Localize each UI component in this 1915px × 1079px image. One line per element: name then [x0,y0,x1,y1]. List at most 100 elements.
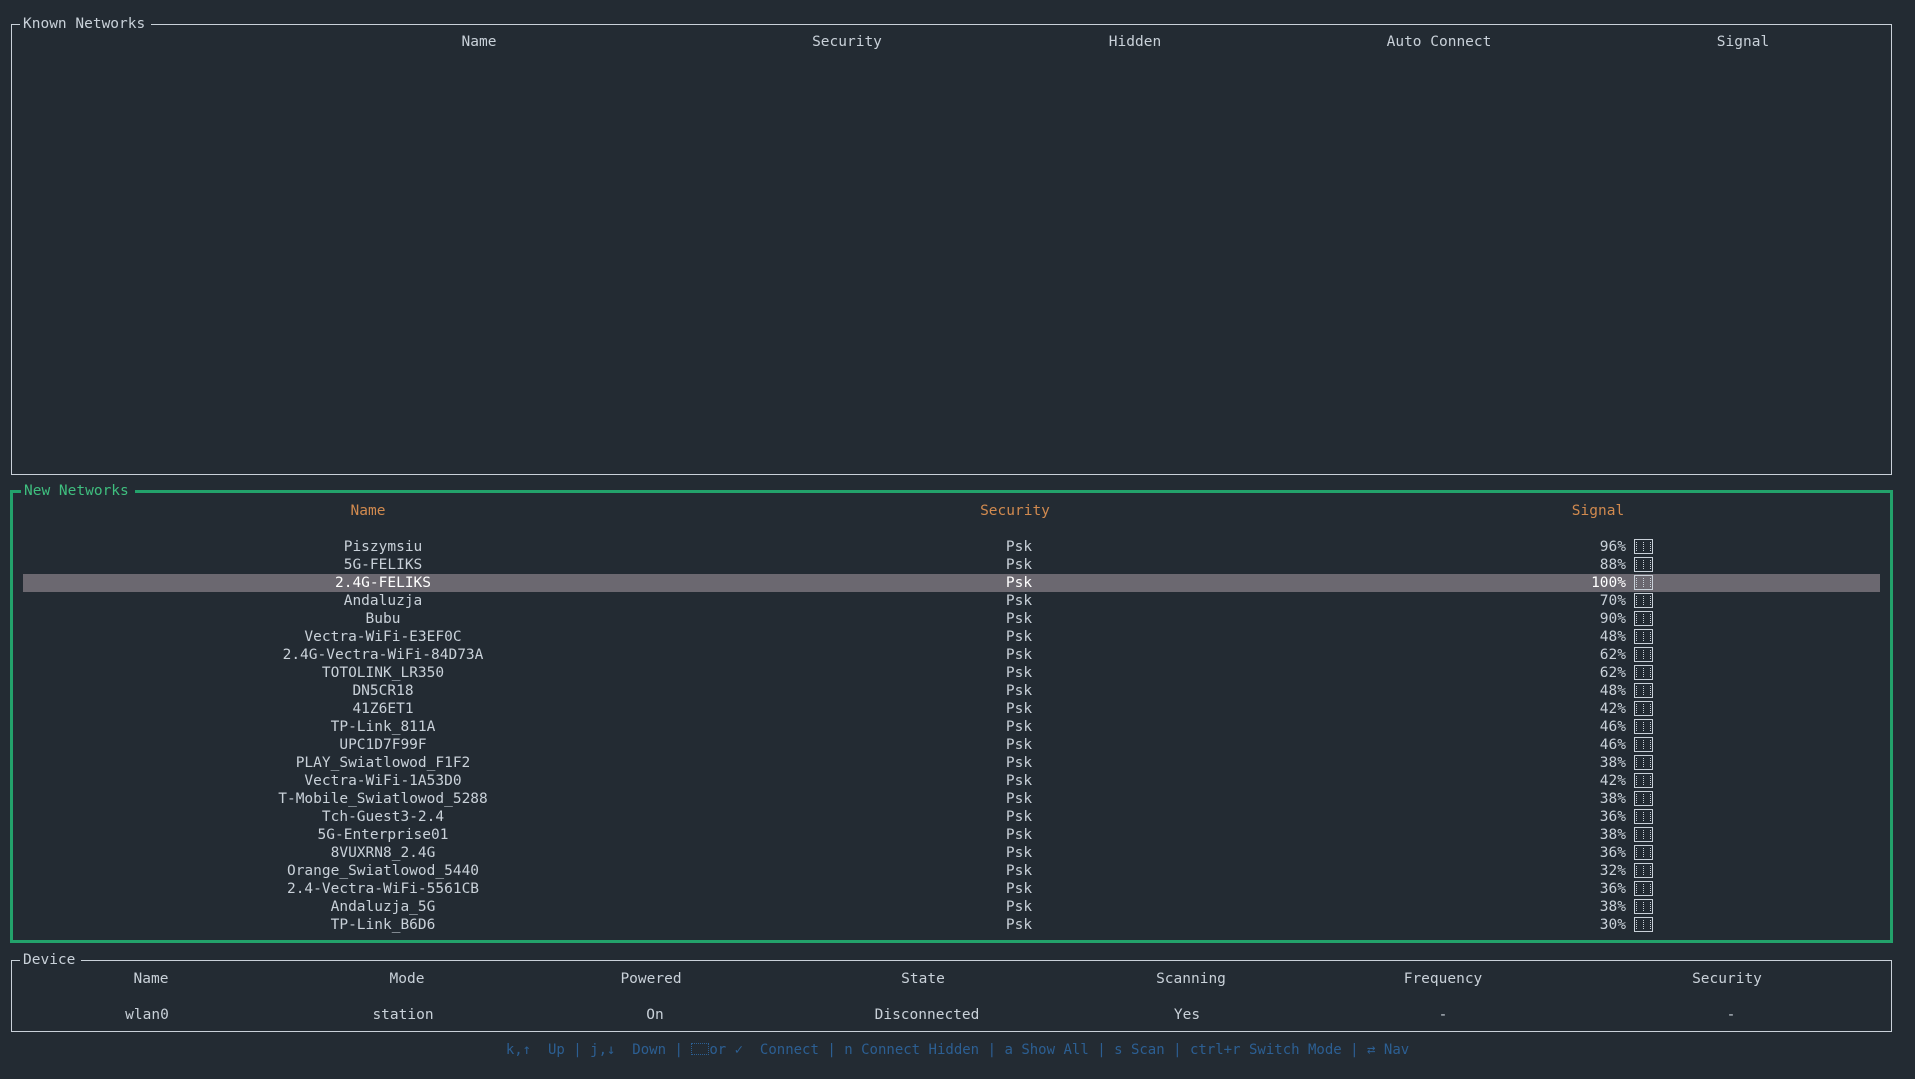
device-header: Name Mode Powered State Scanning Frequen… [12,970,1891,988]
signal-percent: 38% [1599,755,1626,771]
network-name: PLAY_Swiatlowod_F1F2 [295,755,471,771]
network-security: Psk [1005,827,1033,843]
signal-strength-icon [1634,773,1653,788]
network-security: Psk [1005,593,1033,609]
network-row[interactable]: Vectra-WiFi-E3EF0C Psk 48% [23,628,1880,646]
network-signal: 100% [1591,574,1653,592]
network-row[interactable]: 2.4-Vectra-WiFi-5561CB Psk 36% [23,880,1880,898]
keybinding-help-bar: k,↑ Up | j,↓ Down | or ✓ Connect | n Con… [505,1042,1410,1058]
network-row[interactable]: Vectra-WiFi-1A53D0 Psk 42% [23,772,1880,790]
signal-percent: 48% [1599,629,1626,645]
network-signal: 62% [1600,664,1653,682]
signal-percent: 70% [1599,593,1626,609]
network-row[interactable]: 8VUXRN8_2.4G Psk 36% [23,844,1880,862]
network-name: 8VUXRN8_2.4G [330,845,436,861]
network-row[interactable]: DN5CR18 Psk 48% [23,682,1880,700]
device-security-value: - [1726,1007,1736,1023]
signal-percent: 38% [1599,899,1626,915]
network-name: DN5CR18 [352,683,414,699]
signal-percent: 42% [1599,773,1626,789]
network-row[interactable]: Andaluzja_5G Psk 38% [23,898,1880,916]
scan-label: Scan [1130,1042,1165,1058]
network-signal: 36% [1600,808,1653,826]
network-name: 2.4-Vectra-WiFi-5561CB [286,881,480,897]
network-signal: 38% [1600,754,1653,772]
network-name: TOTOLINK_LR350 [321,665,445,681]
signal-percent: 36% [1599,845,1626,861]
network-security: Psk [1005,719,1033,735]
network-row[interactable]: TP-Link_B6D6 Psk 30% [23,916,1880,934]
scan-key: s [1114,1042,1123,1058]
network-signal: 46% [1600,736,1653,754]
network-signal: 62% [1600,646,1653,664]
network-signal: 48% [1600,628,1653,646]
signal-percent: 32% [1599,863,1626,879]
device-column-frequency: Frequency [1403,971,1483,987]
signal-strength-icon [1634,683,1653,698]
down-key: j,↓ [590,1042,616,1058]
network-signal: 88% [1600,556,1653,574]
device-row[interactable]: wlan0 station On Disconnected Yes - - [12,1006,1891,1024]
column-header-security: Security [812,34,882,50]
column-header-hidden: Hidden [1108,34,1162,50]
network-row[interactable]: Piszymsiu Psk 96% [23,538,1880,556]
network-row[interactable]: Andaluzja Psk 70% [23,592,1880,610]
network-security: Psk [1005,899,1033,915]
network-name: T-Mobile_Swiatlowod_5288 [278,791,488,807]
signal-strength-icon [1634,647,1653,662]
network-security: Psk [1005,557,1033,573]
signal-percent: 48% [1599,683,1626,699]
network-signal: 70% [1600,592,1653,610]
nav-icon: ⇄ [1367,1042,1376,1058]
new-networks-panel[interactable]: New Networks Name Security Signal Piszym… [10,481,1893,943]
network-row[interactable]: TP-Link_811A Psk 46% [23,718,1880,736]
network-name: Tch-Guest3-2.4 [321,809,445,825]
network-name: UPC1D7F99F [339,737,427,753]
network-row[interactable]: 2.4G-Vectra-WiFi-84D73A Psk 62% [23,646,1880,664]
signal-strength-icon [1634,557,1653,572]
network-security: Psk [1005,683,1033,699]
network-security: Psk [1005,791,1033,807]
signal-percent: 38% [1599,827,1626,843]
network-row[interactable]: 5G-Enterprise01 Psk 38% [23,826,1880,844]
signal-percent: 88% [1599,557,1626,573]
network-row[interactable]: Bubu Psk 90% [23,610,1880,628]
network-row[interactable]: UPC1D7F99F Psk 46% [23,736,1880,754]
network-row[interactable]: Tch-Guest3-2.4 Psk 36% [23,808,1880,826]
network-name: Piszymsiu [343,539,423,555]
column-header-signal: Signal [1716,34,1770,50]
network-security: Psk [1005,701,1033,717]
device-mode-value: station [372,1007,434,1023]
column-header-name: Name [350,503,386,519]
network-row[interactable]: PLAY_Swiatlowod_F1F2 Psk 38% [23,754,1880,772]
network-security: Psk [1005,863,1033,879]
network-name: Bubu [365,611,401,627]
network-security: Psk [1005,845,1033,861]
network-row[interactable]: T-Mobile_Swiatlowod_5288 Psk 38% [23,790,1880,808]
device-column-mode: Mode [389,971,425,987]
network-row[interactable]: 5G-FELIKS Psk 88% [23,556,1880,574]
device-name-value: wlan0 [125,1007,169,1023]
signal-strength-icon [1634,593,1653,608]
network-name: Vectra-WiFi-E3EF0C [304,629,462,645]
new-networks-title: New Networks [21,481,135,501]
network-row[interactable]: Orange_Swiatlowod_5440 Psk 32% [23,862,1880,880]
device-panel[interactable]: Device Name Mode Powered State Scanning … [11,950,1892,1032]
network-row[interactable]: 2.4G-FELIKS Psk 100% [23,574,1880,592]
network-signal: 42% [1600,700,1653,718]
down-label: Down [632,1042,667,1058]
network-name: Andaluzja [343,593,423,609]
signal-strength-icon [1634,791,1653,806]
network-name: 2.4G-Vectra-WiFi-84D73A [282,647,484,663]
network-security: Psk [1005,539,1033,555]
signal-strength-icon [1634,611,1653,626]
network-row[interactable]: TOTOLINK_LR350 Psk 62% [23,664,1880,682]
show-all-key: a [1004,1042,1013,1058]
known-networks-panel[interactable]: Known Networks Name Security Hidden Auto… [11,14,1892,475]
connect-hidden-label: Connect Hidden [861,1042,980,1058]
signal-percent: 36% [1599,809,1626,825]
network-security: Psk [1005,629,1033,645]
network-row[interactable]: 41Z6ET1 Psk 42% [23,700,1880,718]
signal-strength-icon [1634,899,1653,914]
switch-mode-key: ctrl+r [1189,1042,1241,1058]
